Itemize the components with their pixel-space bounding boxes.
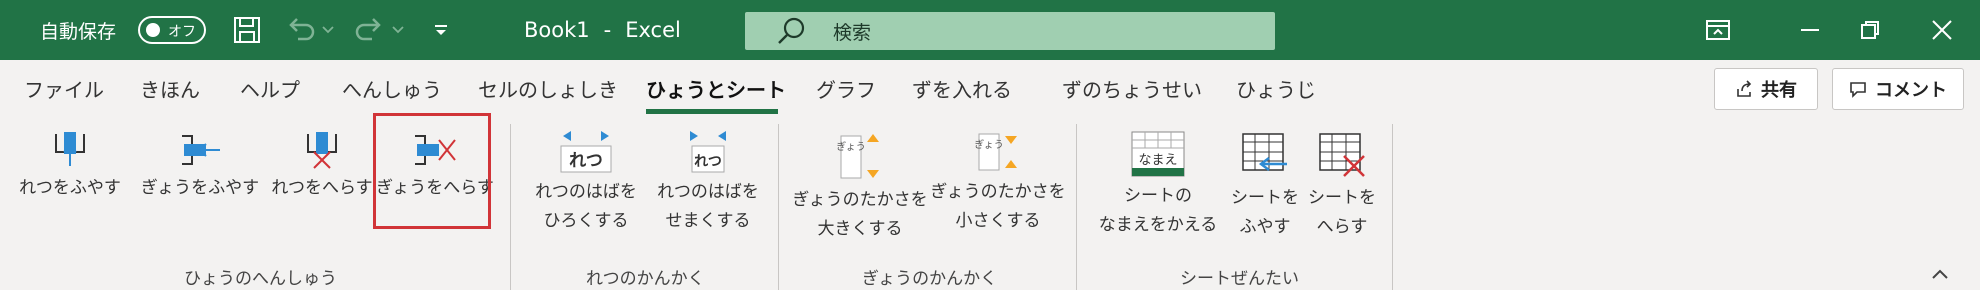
narrow-column-button[interactable]: れつ れつのはばを せまくする [646, 116, 770, 236]
widen-column-icon-text: れつ [569, 151, 603, 171]
delete-column-label: れつをへらす [271, 178, 373, 198]
widen-column-label-1: れつのはばを [535, 182, 637, 202]
tab-insert-figure[interactable]: ずを入れる [912, 74, 1012, 103]
active-tab-underline [646, 109, 778, 114]
tab-table-sheet[interactable]: ひょうとシート [646, 74, 786, 103]
save-icon[interactable] [232, 0, 262, 60]
group-label-whole-sheet: シートぜんたい [1180, 269, 1299, 289]
insert-column-icon [55, 132, 85, 166]
delete-sheet-icon [1319, 133, 1365, 177]
ribbon-body: れつをふやす ぎょうをふやす れつをへらす ぎょうをへらす ひょうのへんしゅう … [0, 116, 1980, 290]
decrease-row-height-label-1: ぎょうのたかさを [930, 182, 1066, 202]
redo-dropdown-icon[interactable] [392, 0, 404, 60]
rename-sheet-icon-text: なまえ [1138, 153, 1177, 168]
increase-row-height-label-1: ぎょうのたかさを [792, 190, 928, 210]
delete-sheet-label-2: へらす [1316, 217, 1368, 237]
group-label-table-edit: ひょうのへんしゅう [184, 269, 337, 289]
delete-column-button[interactable]: れつをへらす [266, 116, 378, 203]
autosave-label: 自動保存 [40, 20, 117, 43]
tab-chart[interactable]: グラフ [816, 74, 876, 103]
increase-row-height-label-2: 大きくする [817, 219, 903, 239]
title-bar: 自動保存 オフ Book1 - Excel 検索 [0, 0, 1980, 60]
group-separator [1076, 124, 1077, 290]
add-column-button[interactable]: れつをふやす [14, 116, 126, 203]
group-separator [1392, 124, 1393, 290]
tab-figure-adjust[interactable]: ずのちょうせい [1062, 74, 1202, 103]
add-row-label: ぎょうをふやす [140, 178, 260, 198]
close-icon[interactable] [1912, 0, 1972, 60]
autosave-toggle[interactable]: オフ [138, 16, 206, 44]
undo-dropdown-icon[interactable] [322, 0, 334, 60]
share-label: 共有 [1761, 80, 1797, 101]
widen-column-label-2: ひろくする [543, 211, 629, 231]
ribbon-display-options-icon[interactable] [1688, 0, 1748, 60]
collapse-ribbon-icon[interactable] [1930, 266, 1950, 285]
tab-help[interactable]: ヘルプ [240, 74, 300, 103]
decrease-row-height-button[interactable]: ぎょう ぎょうのたかさを 小さくする [928, 116, 1068, 236]
rename-sheet-icon: なまえ [1131, 131, 1185, 177]
insert-row-icon [182, 135, 220, 165]
rename-sheet-label-1: シートの [1124, 186, 1192, 206]
undo-icon[interactable] [284, 0, 318, 60]
widen-column-button[interactable]: れつ れつのはばを ひろくする [524, 116, 648, 236]
increase-row-height-icon: ぎょう [837, 134, 879, 179]
restore-icon[interactable] [1840, 0, 1900, 60]
share-icon [1737, 80, 1752, 97]
delete-column-icon [307, 132, 337, 169]
redo-icon[interactable] [352, 0, 386, 60]
tab-view[interactable]: ひょうじ [1236, 74, 1316, 103]
toggle-knob [146, 23, 160, 37]
increase-row-height-icon-text: ぎょう [837, 140, 866, 153]
tab-cell-format[interactable]: セルのしょしき [478, 74, 618, 103]
search-placeholder: 検索 [833, 21, 872, 44]
tab-edit[interactable]: へんしゅう [342, 74, 442, 103]
add-column-label: れつをふやす [19, 178, 121, 198]
narrow-column-label-1: れつのはばを [657, 182, 759, 202]
search-box[interactable]: 検索 [745, 12, 1275, 50]
minimize-icon[interactable] [1780, 0, 1840, 60]
title-separator: - [603, 18, 612, 42]
add-sheet-button[interactable]: シートを ふやす [1226, 116, 1304, 242]
delete-sheet-button[interactable]: シートを へらす [1302, 116, 1382, 242]
highlight-box [373, 113, 491, 229]
add-sheet-icon [1242, 133, 1287, 171]
search-icon [778, 17, 805, 44]
toggle-state-label: オフ [168, 24, 196, 40]
comment-label: コメント [1875, 80, 1947, 101]
group-label-column-spacing: れつのかんかく [586, 269, 705, 289]
decrease-row-height-label-2: 小さくする [955, 211, 1041, 231]
comment-icon [1850, 82, 1866, 98]
group-label-row-spacing: ぎょうのかんかく [862, 269, 998, 289]
widen-column-icon: れつ [560, 131, 612, 173]
narrow-column-icon: れつ [690, 131, 726, 173]
decrease-row-height-icon-text: ぎょう [975, 138, 1004, 151]
group-separator [778, 124, 779, 290]
ribbon-tabs: ファイル きほん ヘルプ へんしゅう セルのしょしき ひょうとシート グラフ ず… [0, 60, 1980, 116]
increase-row-height-button[interactable]: ぎょう ぎょうのたかさを 大きくする [790, 116, 930, 244]
group-separator [510, 124, 511, 290]
tab-home[interactable]: きほん [140, 74, 200, 103]
comment-button[interactable]: コメント [1832, 68, 1964, 110]
share-button[interactable]: 共有 [1714, 68, 1818, 110]
app-name: Excel [625, 18, 681, 42]
add-row-button[interactable]: ぎょうをふやす [134, 116, 266, 203]
customize-qat-icon[interactable] [432, 0, 450, 60]
narrow-column-icon-text: れつ [694, 154, 722, 170]
delete-sheet-label-1: シートを [1308, 188, 1376, 208]
document-title: Book1 - Excel [524, 0, 681, 60]
narrow-column-label-2: せまくする [665, 211, 751, 231]
rename-sheet-button[interactable]: なまえ シートの なまえをかえる [1094, 116, 1222, 240]
decrease-row-height-icon: ぎょう [975, 133, 1017, 171]
rename-sheet-label-2: なまえをかえる [1098, 215, 1218, 235]
add-sheet-label-2: ふやす [1239, 217, 1291, 237]
tab-file[interactable]: ファイル [24, 74, 104, 103]
add-sheet-label-1: シートを [1231, 188, 1299, 208]
document-name: Book1 [524, 18, 590, 42]
